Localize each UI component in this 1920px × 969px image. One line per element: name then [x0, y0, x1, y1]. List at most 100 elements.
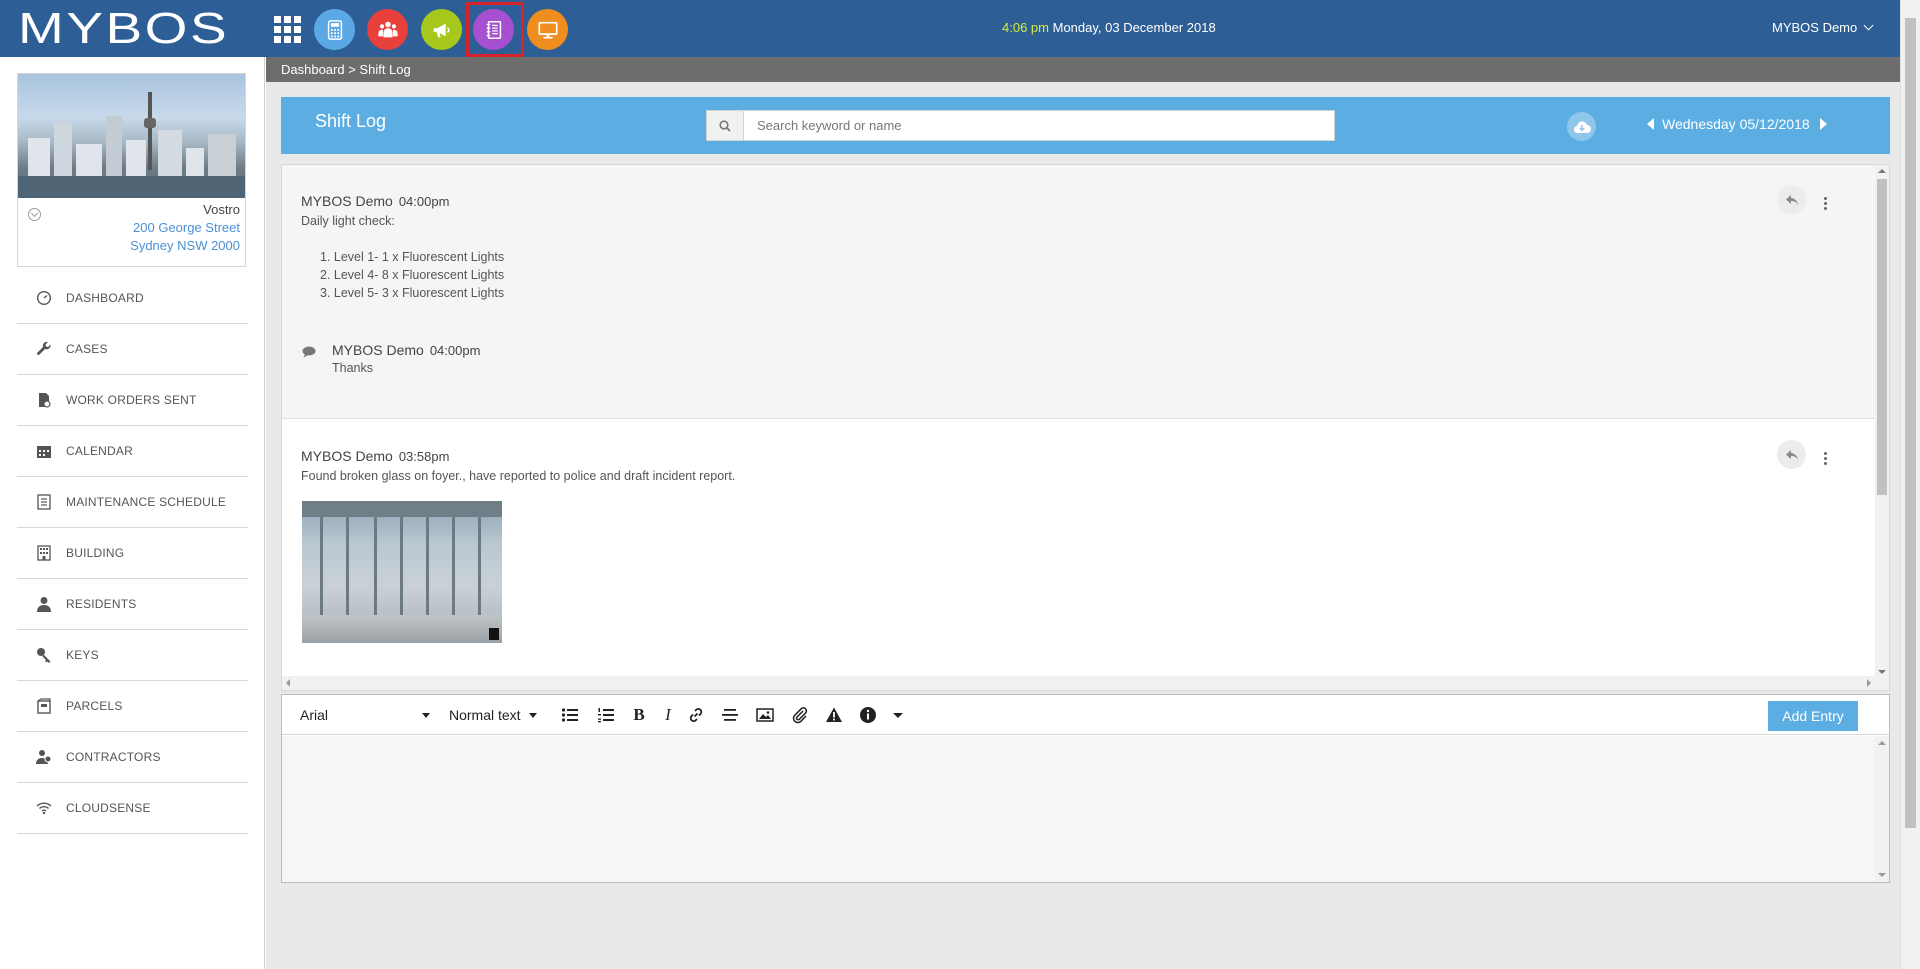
- entry-author: MYBOS Demo: [301, 193, 393, 209]
- delete-photo-icon[interactable]: [489, 628, 499, 640]
- expand-building-icon[interactable]: [28, 208, 41, 221]
- current-date: Monday, 03 December 2018: [1052, 20, 1216, 35]
- info-icon: [860, 707, 876, 723]
- more-tools-button[interactable]: [888, 705, 908, 725]
- announcement-button[interactable]: [421, 9, 462, 50]
- link-button[interactable]: [686, 705, 706, 725]
- bold-button[interactable]: B: [629, 705, 649, 725]
- people-button[interactable]: [367, 9, 408, 50]
- align-center-icon: [722, 709, 738, 721]
- sidebar-item-label: BUILDING: [66, 546, 125, 560]
- font-family-select[interactable]: Arial: [300, 707, 430, 723]
- numbered-list-icon: [598, 708, 614, 723]
- calculator-button[interactable]: [314, 9, 355, 50]
- sidebar-item-building[interactable]: BUILDING: [17, 528, 248, 579]
- sidebar-item-label: MAINTENANCE SCHEDULE: [66, 495, 227, 509]
- attach-button[interactable]: [790, 705, 810, 725]
- contractors-icon: [36, 749, 52, 765]
- user-menu[interactable]: MYBOS Demo: [1772, 20, 1874, 35]
- feed-scrollbar[interactable]: [1875, 165, 1889, 678]
- text-style-value: Normal text: [449, 707, 521, 723]
- sidebar-item-work-orders-sent[interactable]: WORK ORDERS SENT: [17, 375, 248, 426]
- comment-time: 04:00pm: [429, 343, 481, 358]
- entry-editor: Arial Normal text B I Add Entry: [281, 694, 1890, 883]
- feed-horizontal-scrollbar[interactable]: [282, 676, 1889, 690]
- sidebar-item-label: KEYS: [66, 648, 99, 662]
- entry-header: MYBOS Demo 04:00pm: [301, 193, 449, 209]
- key-icon: [36, 647, 52, 663]
- previous-day-icon[interactable]: [1647, 118, 1654, 130]
- parcel-icon: [36, 698, 52, 714]
- sidebar-item-label: CALENDAR: [66, 444, 133, 458]
- page-scrollbar[interactable]: [1900, 0, 1920, 969]
- dropdown-arrow-icon: [422, 712, 430, 718]
- entry-list-item: 3. Level 5- 3 x Fluorescent Lights: [320, 286, 505, 300]
- current-log-date[interactable]: Wednesday 05/12/2018: [1662, 116, 1810, 132]
- page-scrollbar-thumb[interactable]: [1905, 18, 1916, 828]
- numbered-list-button[interactable]: [596, 705, 616, 725]
- entry-list: 1. Level 1- 1 x Fluorescent Lights 2. Le…: [320, 248, 504, 302]
- sidebar-item-residents[interactable]: RESIDENTS: [17, 579, 248, 630]
- sidebar-item-contractors[interactable]: CONTRACTORS: [17, 732, 248, 783]
- reply-button[interactable]: [1777, 440, 1806, 469]
- search-button[interactable]: [707, 111, 744, 140]
- entry-text-area[interactable]: [282, 736, 1889, 882]
- building-photo: [18, 74, 245, 198]
- font-family-value: Arial: [300, 707, 329, 723]
- entry-time: 04:00pm: [398, 194, 450, 209]
- document-icon: [36, 392, 52, 408]
- add-entry-button[interactable]: Add Entry: [1768, 701, 1858, 731]
- dropdown-arrow-icon: [528, 712, 537, 718]
- sidebar-item-parcels[interactable]: PARCELS: [17, 681, 248, 732]
- sidebar-item-label: PARCELS: [66, 699, 123, 713]
- calendar-icon: [36, 443, 52, 459]
- warning-button[interactable]: [824, 705, 844, 725]
- editor-scrollbar[interactable]: [1875, 736, 1889, 882]
- building-address-line1[interactable]: 200 George Street: [133, 220, 240, 235]
- current-time: 4:06 pm: [1002, 20, 1049, 35]
- mybos-logo[interactable]: MYBOS: [18, 7, 229, 51]
- text-style-select[interactable]: Normal text: [449, 707, 537, 723]
- apps-grid-icon[interactable]: [274, 16, 302, 43]
- building-address-line2[interactable]: Sydney NSW 2000: [130, 238, 240, 253]
- sidebar-item-calendar[interactable]: CALENDAR: [17, 426, 248, 477]
- search-box: [706, 110, 1335, 141]
- next-day-icon[interactable]: [1819, 118, 1827, 130]
- italic-button[interactable]: I: [658, 705, 678, 725]
- align-center-button[interactable]: [720, 705, 740, 725]
- sidebar-item-label: RESIDENTS: [66, 597, 137, 611]
- feed-scrollbar-thumb[interactable]: [1877, 179, 1887, 495]
- bullet-list-button[interactable]: [560, 705, 580, 725]
- log-entry: MYBOS Demo 04:00pm Daily light check: 1. …: [282, 165, 1875, 419]
- display-button[interactable]: [527, 9, 568, 50]
- comment-header: MYBOS Demo 04:00pm: [332, 342, 480, 358]
- user-name: MYBOS Demo: [1772, 20, 1858, 35]
- calculator-icon: [327, 19, 342, 40]
- image-button[interactable]: [755, 705, 775, 725]
- entry-photo[interactable]: [302, 501, 502, 643]
- sidebar-item-cloudsense[interactable]: CLOUDSENSE: [17, 783, 248, 834]
- sidebar-item-cases[interactable]: CASES: [17, 324, 248, 375]
- entry-list-item: 1. Level 1- 1 x Fluorescent Lights: [320, 250, 505, 264]
- sidebar-item-label: DASHBOARD: [66, 291, 144, 305]
- people-icon: [377, 21, 398, 37]
- building-card: Vostro 200 George Street Sydney NSW 2000: [17, 73, 246, 267]
- link-icon: [689, 708, 703, 722]
- sidebar-item-maintenance-schedule[interactable]: MAINTENANCE SCHEDULE: [17, 477, 248, 528]
- comment-icon: [302, 346, 316, 358]
- paperclip-icon: [792, 707, 808, 724]
- sidebar-item-label: CONTRACTORS: [66, 750, 161, 764]
- cloud-download-button[interactable]: [1567, 112, 1596, 141]
- building-name: Vostro: [203, 202, 240, 217]
- reply-button[interactable]: [1777, 185, 1806, 214]
- more-options-button[interactable]: [1818, 193, 1832, 213]
- more-options-button[interactable]: [1818, 448, 1832, 468]
- sidebar-item-keys[interactable]: KEYS: [17, 630, 248, 681]
- wifi-icon: [36, 800, 52, 816]
- info-button[interactable]: [858, 705, 878, 725]
- entry-list-item: 2. Level 4- 8 x Fluorescent Lights: [320, 268, 505, 282]
- page-title: Shift Log: [315, 111, 387, 131]
- entry-text: Found broken glass on foyer., have repor…: [301, 469, 736, 483]
- search-input[interactable]: [745, 111, 1333, 140]
- sidebar-item-dashboard[interactable]: DASHBOARD: [17, 273, 248, 324]
